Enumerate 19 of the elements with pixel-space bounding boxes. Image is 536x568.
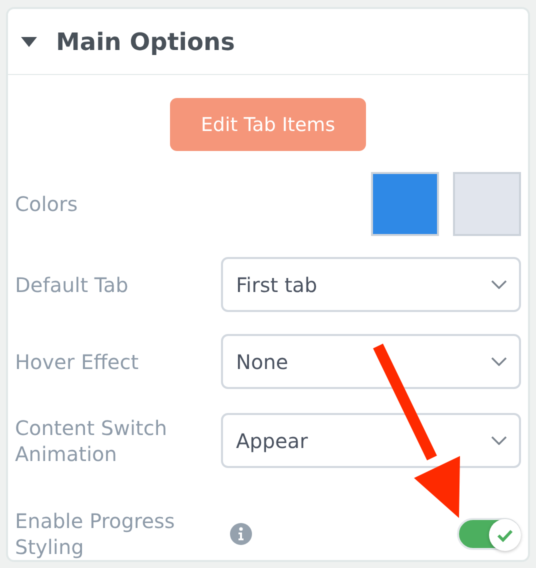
caret-icon xyxy=(20,36,38,48)
field-label: Colors xyxy=(15,191,78,217)
field-label: Enable Progress Styling xyxy=(15,508,176,560)
section-title: Main Options xyxy=(56,28,235,56)
field-label: Hover Effect xyxy=(15,348,139,374)
toggle-switch[interactable] xyxy=(457,518,521,550)
dropdown[interactable]: None xyxy=(221,334,521,389)
chevron-down-icon xyxy=(491,357,507,366)
dropdown[interactable]: Appear xyxy=(221,413,521,468)
field-label: Default Tab xyxy=(15,272,128,298)
field-label: Content Switch Animation xyxy=(15,414,168,466)
color-swatch[interactable] xyxy=(371,172,439,236)
dropdown[interactable]: First tab xyxy=(221,257,521,312)
color-swatch[interactable] xyxy=(453,172,521,236)
chevron-down-icon xyxy=(491,280,507,289)
panel-header[interactable]: Main Options xyxy=(8,9,528,75)
check-icon xyxy=(497,528,513,542)
chevron-down-icon xyxy=(491,436,507,445)
info-icon[interactable] xyxy=(229,522,253,546)
